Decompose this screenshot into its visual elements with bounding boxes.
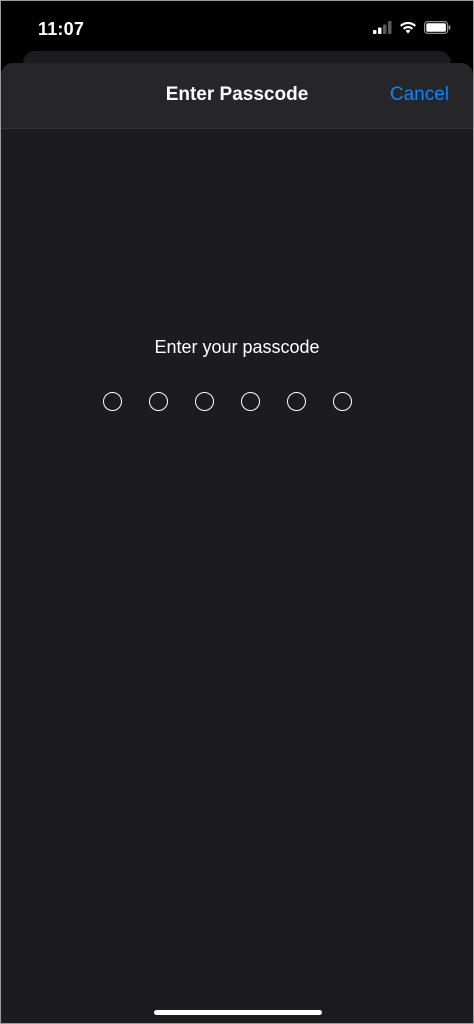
passcode-dot-icon — [241, 392, 260, 411]
home-indicator[interactable] — [154, 1010, 322, 1015]
status-icons — [373, 21, 451, 39]
screen: 11:07 Enter Passcode Cancel Enter your p… — [0, 0, 474, 1024]
battery-icon — [424, 21, 451, 39]
navigation-bar: Enter Passcode Cancel — [1, 63, 473, 129]
status-time: 11:07 — [38, 19, 85, 39]
passcode-sheet: Enter Passcode Cancel Enter your passcod… — [1, 63, 473, 1023]
status-bar: 11:07 — [1, 1, 473, 53]
wifi-icon — [399, 21, 417, 39]
cancel-button[interactable]: Cancel — [390, 84, 449, 106]
passcode-dots[interactable] — [103, 392, 352, 411]
passcode-dot-icon — [195, 392, 214, 411]
cellular-signal-icon — [373, 21, 392, 39]
passcode-dot-icon — [333, 392, 352, 411]
passcode-dot-icon — [103, 392, 122, 411]
passcode-dot-icon — [149, 392, 168, 411]
passcode-prompt: Enter your passcode — [154, 337, 320, 357]
passcode-dot-icon — [287, 392, 306, 411]
